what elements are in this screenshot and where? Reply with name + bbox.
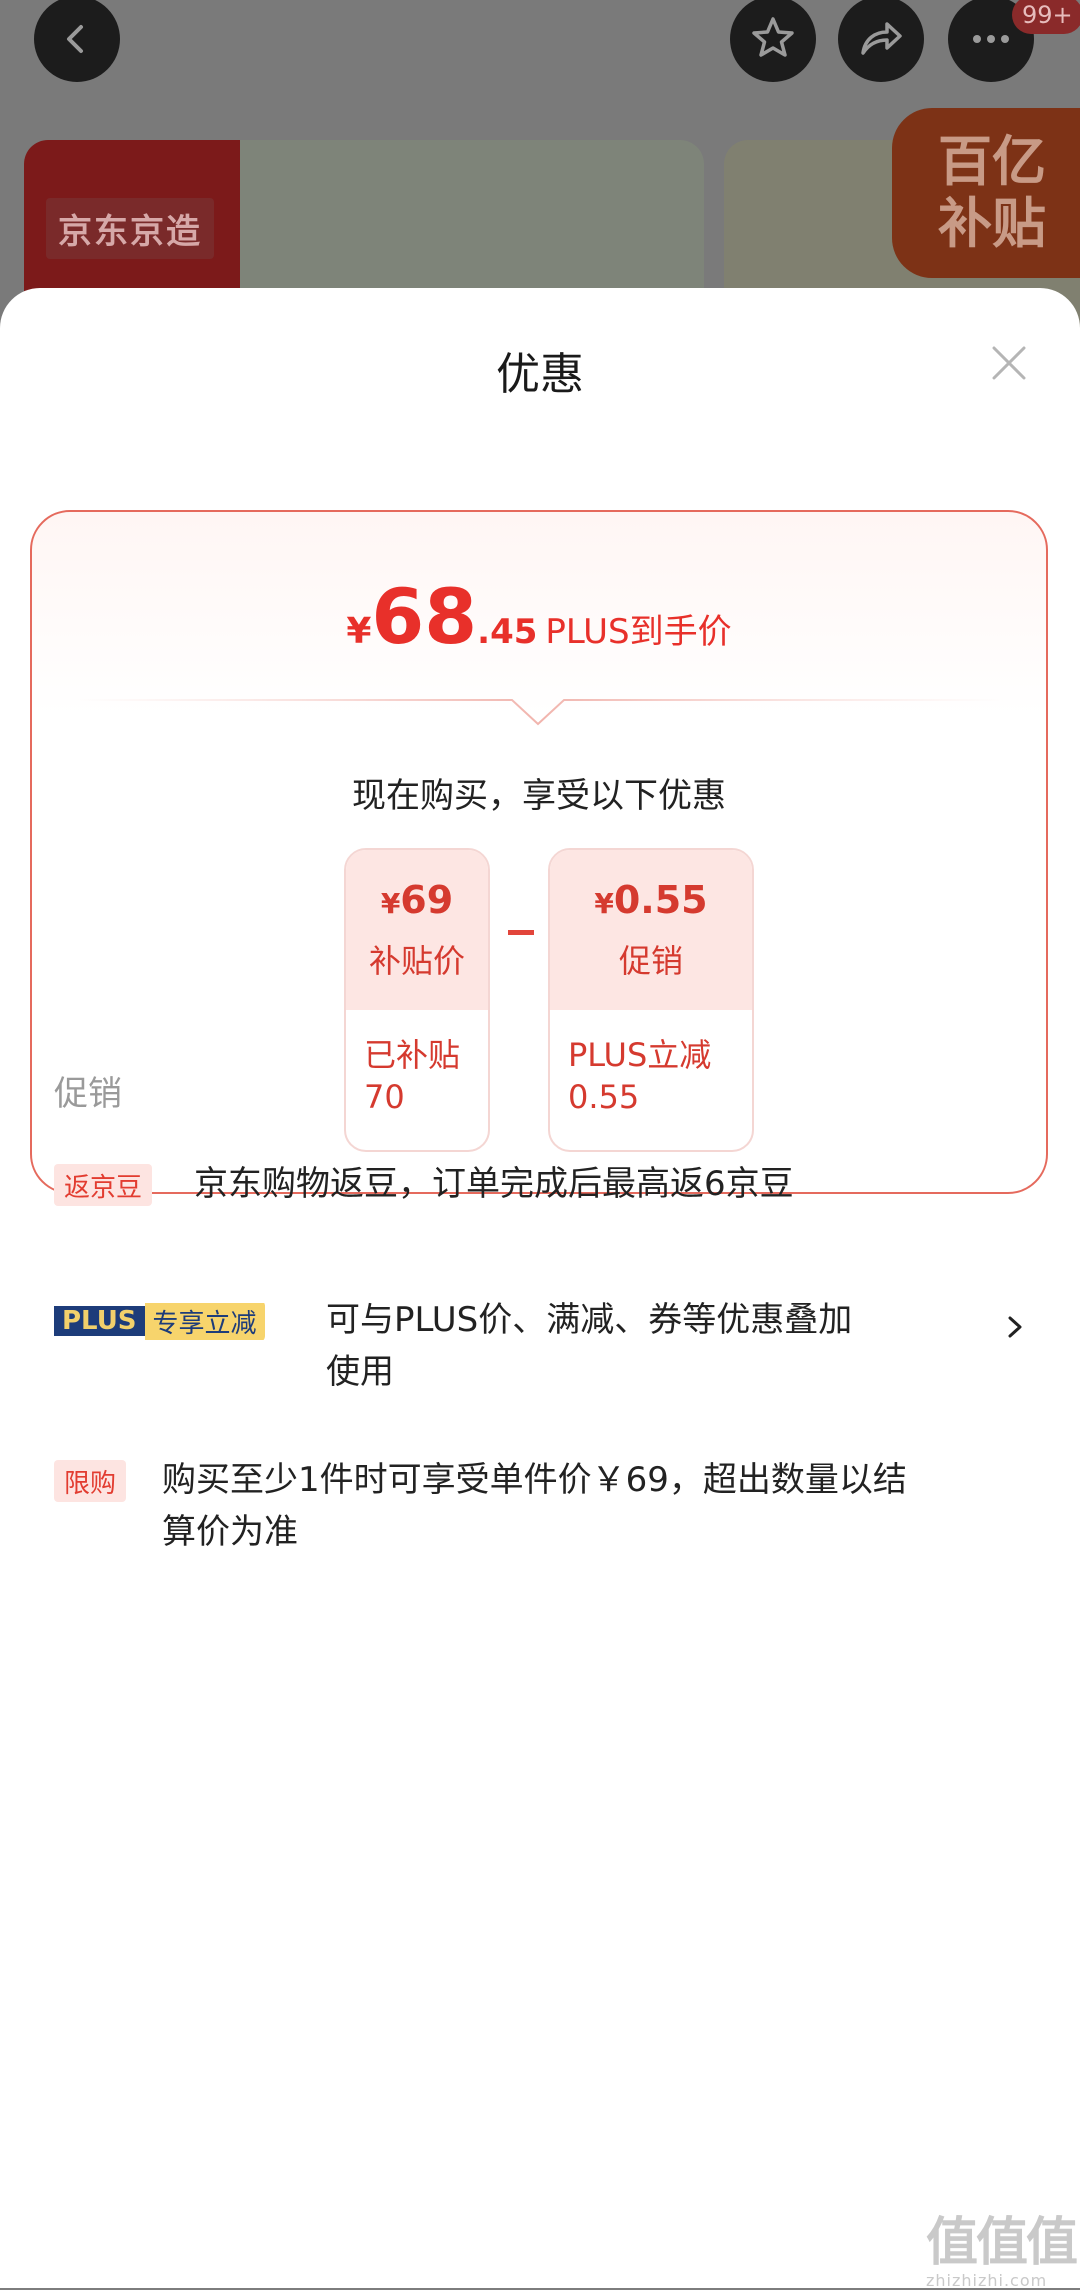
star-icon (752, 17, 794, 57)
chip-detail: PLUS立减 0.55 (568, 1036, 712, 1116)
more-icon (973, 35, 1009, 43)
price-decimal: .45 (477, 612, 538, 652)
close-icon (992, 346, 1026, 380)
price-currency: ¥ (346, 611, 372, 652)
plus-tag: PLUS 专享立减 (54, 1300, 265, 1342)
share-icon (861, 22, 902, 55)
subsidy-badge: 百亿 补贴 (892, 108, 1080, 278)
limit-tag: 限购 (54, 1460, 127, 1502)
price-integer: 68 (371, 572, 478, 661)
notification-badge: 99+ (1012, 0, 1080, 34)
chip-amount: ¥69 (380, 878, 454, 922)
brand-label: 京东京造 (46, 198, 214, 259)
subsidy-badge-line1: 百亿 (938, 130, 1046, 193)
sheet-title: 优惠 (496, 349, 584, 400)
jingdou-tag: 返京豆 (54, 1164, 153, 1206)
price-label: PLUS到手价 (545, 612, 732, 652)
plus-final-price: ¥68.45 PLUS到手价 (32, 572, 1046, 661)
chip-detail: 已补贴 70 (364, 1036, 461, 1116)
final-price-card: ¥68.45 PLUS到手价 现在购买，享受以下优惠 ¥69 补贴价 已补贴 70 (30, 510, 1048, 1194)
chevron-right-icon (1008, 1316, 1022, 1338)
share-button[interactable] (838, 0, 924, 82)
favorite-button[interactable] (730, 0, 816, 82)
promo-text: 京东购物返豆，订单完成后最高返6京豆 (194, 1164, 794, 1204)
discount-sheet: 优惠 ¥68.45 PLUS到手价 现在购买，享受以下优惠 ¥69 补贴价 已补… (0, 288, 1080, 2288)
minus-sign (508, 930, 534, 935)
chip-amount: ¥0.55 (594, 878, 708, 922)
product-page-background: 京东京造 百亿 补贴 99+ (0, 0, 1080, 340)
close-button[interactable] (984, 338, 1034, 388)
discount-subtitle: 现在购买，享受以下优惠 (352, 776, 726, 816)
subsidy-badge-line2: 补贴 (938, 192, 1046, 255)
promotion-chip: ¥0.55 促销 PLUS立减 0.55 (548, 848, 754, 1152)
subsidy-price-chip: ¥69 补贴价 已补贴 70 (344, 848, 490, 1152)
back-icon (67, 25, 83, 53)
chip-caption: 促销 (618, 942, 683, 980)
chip-caption: 补贴价 (368, 942, 465, 980)
promo-text: 可与PLUS价、满减、券等优惠叠加 使用 (326, 1300, 853, 1392)
watermark: 值值值 zhizhizhi.com (926, 2213, 1078, 2290)
promotions-heading: 促销 (54, 1074, 122, 1114)
promo-text: 购买至少1件时可享受单件价￥69，超出数量以结 算价为准 (162, 1460, 907, 1552)
price-divider (72, 699, 1008, 726)
back-button[interactable] (34, 0, 120, 82)
